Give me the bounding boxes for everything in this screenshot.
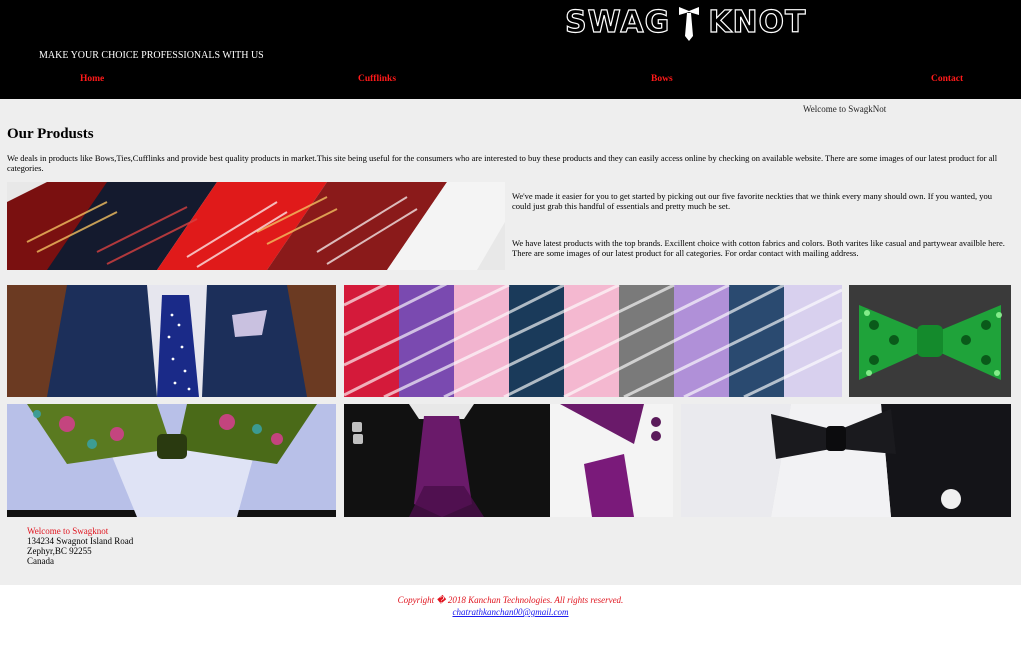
intro-paragraph: We deals in products like Bows,Ties,Cuff… [7, 153, 998, 173]
nav-bows-link[interactable]: Bows [651, 74, 673, 84]
tie-logo-icon [679, 7, 700, 41]
logo-text-right: KNOT [708, 4, 807, 40]
green-bow-tie-image [849, 285, 1011, 397]
nav-cufflinks-link[interactable]: Cufflinks [358, 74, 396, 84]
tagline: MAKE YOUR CHOICE PROFESSIONALS WITH US [39, 50, 264, 61]
striped-ties-image [344, 285, 842, 397]
banner-ties-image [7, 182, 505, 270]
purple-tie-set-image [344, 404, 673, 517]
site-header: SWAG KNOT MAKE YOUR CHOICE PROFESSIONALS… [0, 0, 1021, 99]
address-line-3: Canada [27, 556, 54, 566]
site-footer: Copyright � 2018 Kanchan Technologies. A… [0, 595, 1021, 617]
page-title: Our Produsts [7, 126, 94, 142]
nav-home-link[interactable]: Home [80, 74, 104, 84]
main-content: Welcome to SwagkNot Our Produsts We deal… [0, 99, 1021, 585]
email-link[interactable]: chatrathkanchan00@gmail.com [452, 607, 568, 617]
welcome-text: Welcome to SwagkNot [803, 104, 887, 114]
logo-text-left: SWAG [564, 4, 671, 40]
nav-contact-link[interactable]: Contact [931, 74, 963, 84]
black-bow-tie-image [681, 404, 1011, 517]
address-line-1: 134234 Swagnot Island Road [27, 536, 134, 546]
suit-tie-image [7, 285, 336, 397]
logo[interactable]: SWAG KNOT [564, 4, 807, 42]
side-paragraph-2: We have latest products with the top bra… [512, 238, 1005, 258]
address-block: Welcome to Swagknot 134234 Swagnot Islan… [27, 526, 133, 566]
address-line-2: Zephyr,BC 92255 [27, 546, 92, 556]
side-paragraph-1: We've made it easier for you to get star… [512, 191, 993, 211]
paisley-bow-tie-image [7, 404, 336, 517]
address-welcome: Welcome to Swagknot [27, 526, 109, 536]
copyright-text: Copyright � 2018 Kanchan Technologies. A… [397, 595, 624, 605]
